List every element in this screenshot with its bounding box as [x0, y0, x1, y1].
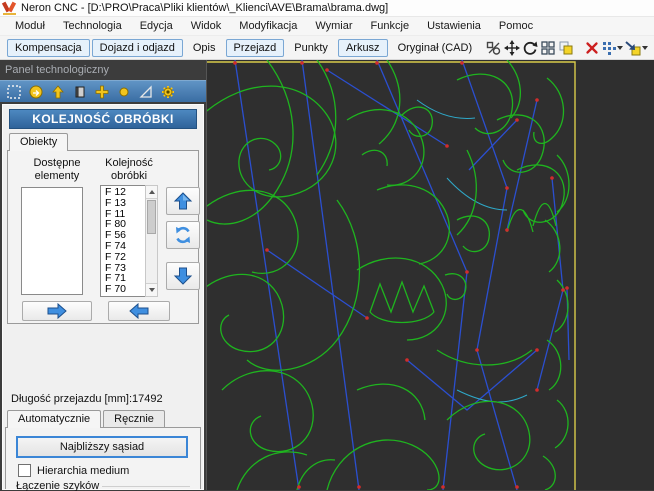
sheet-border	[207, 61, 576, 490]
menu-technologia[interactable]: Technologia	[54, 18, 131, 34]
toggle-kompensacja[interactable]: Kompensacja	[7, 38, 90, 57]
menu-widok[interactable]: Widok	[182, 18, 231, 34]
move-up-button[interactable]	[166, 187, 200, 215]
group-divider	[102, 486, 190, 487]
app-logo-icon	[1, 1, 17, 15]
order-list-scrollbar[interactable]	[145, 185, 158, 297]
order-column-label: Kolejność obróbki	[105, 157, 153, 182]
remove-from-order-button[interactable]	[108, 301, 170, 321]
menu-edycja[interactable]: Edycja	[131, 18, 182, 34]
scroll-up-icon[interactable]	[146, 186, 157, 199]
toggle-punkty[interactable]: Punkty	[286, 39, 336, 57]
available-elements-list[interactable]	[21, 187, 83, 295]
toggle-oryginal-cad[interactable]: Oryginał (CAD)	[390, 39, 481, 57]
list-item[interactable]: F 70	[105, 284, 145, 295]
menu-bar: Moduł Technologia Edycja Widok Modyfikac…	[0, 17, 654, 36]
rotate-icon[interactable]	[522, 38, 538, 58]
menu-pomoc[interactable]: Pomoc	[490, 18, 542, 34]
nearest-neighbor-button[interactable]: Najbliższy sąsiad	[16, 436, 188, 458]
target-icon[interactable]	[28, 84, 44, 100]
measure-icon[interactable]	[138, 84, 154, 100]
dot-icon[interactable]	[116, 84, 132, 100]
application-window: Neron CNC - [D:\PRO\Praca\Pliki klientów…	[0, 0, 654, 491]
order-header: KOLEJNOŚĆ OBRÓBKI	[9, 109, 197, 129]
travel-lines	[234, 60, 570, 490]
toggle-opis[interactable]: Opis	[185, 39, 224, 57]
arrow-up-icon	[173, 192, 193, 210]
arrow-up-icon[interactable]	[50, 84, 66, 100]
objects-tab-panel: Dostępne elementy Kolejność obróbki F 12…	[7, 150, 200, 324]
node-points	[233, 61, 569, 489]
move-icon[interactable]	[504, 38, 521, 58]
plus-icon[interactable]	[94, 84, 110, 100]
technology-panel: Panel technologiczny KOLEJNOŚĆ OBRÓBKI O…	[0, 60, 206, 491]
import-dropdown-icon[interactable]	[625, 38, 649, 58]
join-group-label: Łączenie szyków	[16, 480, 100, 491]
menu-ustawienia[interactable]: Ustawienia	[418, 18, 490, 34]
refresh-icon	[176, 226, 190, 244]
toggle-przejazd[interactable]: Przejazd	[225, 38, 285, 57]
tab-recznie[interactable]: Ręcznie	[103, 410, 165, 428]
main-toolbar: Kompensacja Dojazd i odjazd Opis Przejaz…	[0, 36, 654, 60]
tab-obiekty[interactable]: Obiekty	[9, 133, 69, 151]
menu-modul[interactable]: Moduł	[6, 18, 54, 34]
menu-funkcje[interactable]: Funkcje	[362, 18, 419, 34]
toggle-arkusz[interactable]: Arkusz	[337, 38, 388, 57]
selection-icon[interactable]	[6, 84, 22, 100]
book-icon[interactable]	[72, 84, 88, 100]
auto-tab-panel: Najbliższy sąsiad Hierarchia medium Łącz…	[5, 427, 201, 491]
list-item[interactable]: F 13	[105, 197, 145, 209]
add-to-order-button[interactable]	[22, 301, 92, 321]
window-title: Neron CNC - [D:\PRO\Praca\Pliki klientów…	[21, 2, 389, 14]
array-icon[interactable]	[540, 38, 556, 58]
order-list[interactable]: F 12 F 13 F 11 F 80 F 56 F 74 F 72 F 73 …	[100, 185, 146, 297]
cad-drawing	[207, 60, 576, 490]
menu-modyfikacja[interactable]: Modyfikacja	[230, 18, 306, 34]
toggle-dojazd-odjazd[interactable]: Dojazd i odjazd	[91, 38, 183, 57]
move-down-button[interactable]	[166, 262, 200, 290]
title-bar: Neron CNC - [D:\PRO\Praca\Pliki klientów…	[0, 0, 654, 17]
gear-icon[interactable]	[160, 84, 176, 100]
panel-title: Panel technologiczny	[5, 64, 109, 76]
refresh-button[interactable]	[166, 221, 200, 249]
list-item[interactable]: F 72	[105, 251, 145, 263]
arrow-right-icon	[47, 303, 67, 319]
panel-body: KOLEJNOŚĆ OBRÓBKI Obiekty Dostępne eleme…	[2, 104, 204, 491]
arrow-down-icon	[173, 267, 193, 285]
delete-icon[interactable]	[584, 38, 600, 58]
arrow-left-icon	[129, 303, 149, 319]
copy-icon[interactable]	[558, 38, 574, 58]
path-length-text: Długość przejazdu [mm]:17492	[11, 393, 163, 405]
contour-paths	[207, 60, 570, 490]
hierarchy-checkbox-label: Hierarchia medium	[37, 464, 130, 477]
scroll-down-icon[interactable]	[146, 283, 157, 296]
offset-icon[interactable]	[486, 38, 502, 58]
panel-icon-bar	[0, 80, 206, 102]
grid-dropdown-icon[interactable]	[602, 38, 624, 58]
menu-wymiar[interactable]: Wymiar	[306, 18, 361, 34]
hierarchy-checkbox[interactable]	[18, 464, 31, 477]
tab-automatycznie[interactable]: Automatycznie	[7, 410, 102, 428]
cad-canvas[interactable]	[206, 60, 654, 490]
scroll-thumb[interactable]	[147, 200, 156, 234]
available-elements-label: Dostępne elementy	[33, 157, 81, 182]
